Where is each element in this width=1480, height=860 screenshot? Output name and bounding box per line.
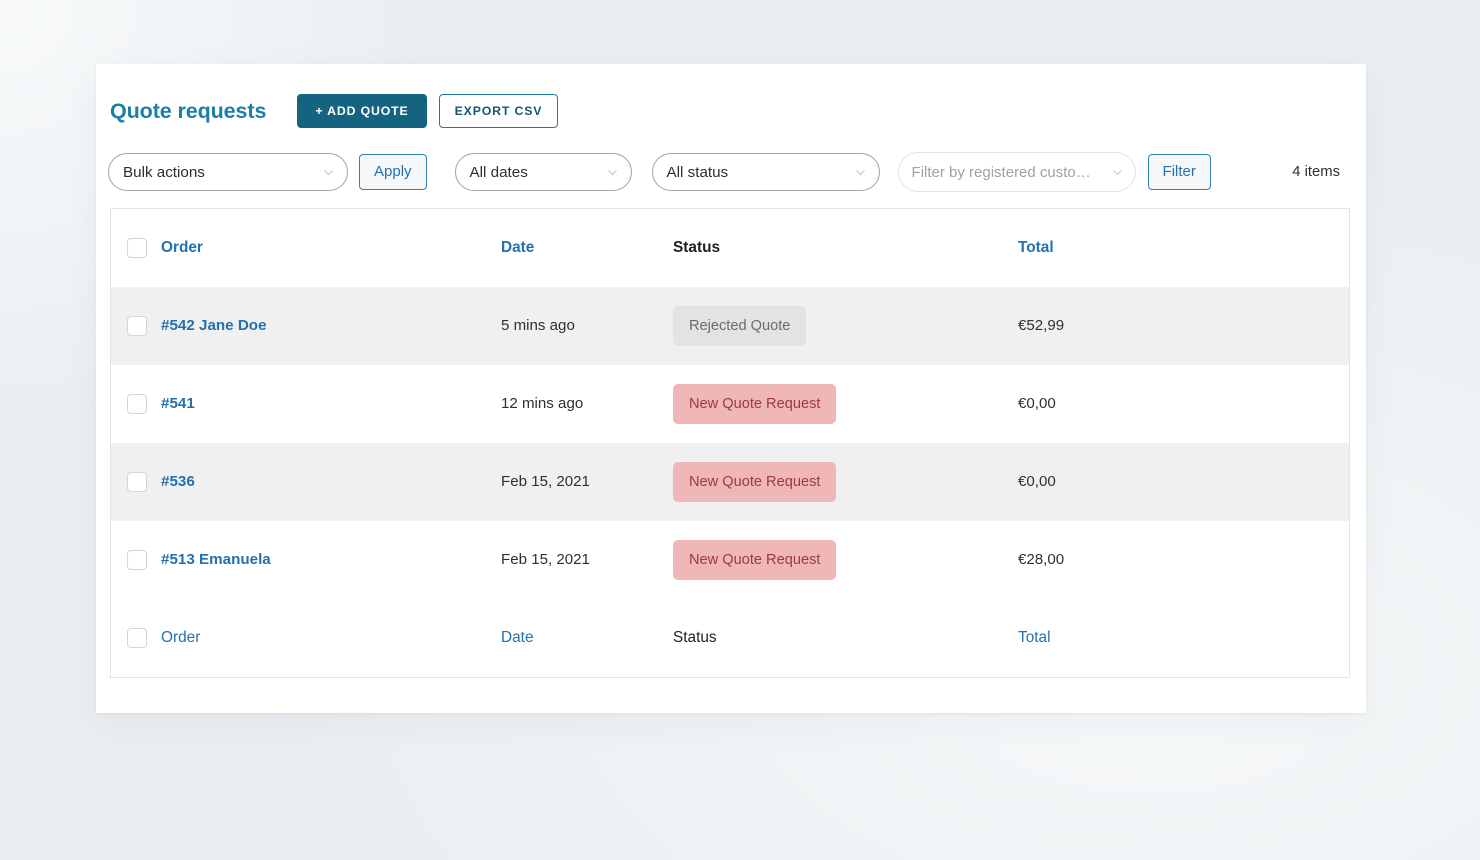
select-all-footer-checkbox[interactable] (127, 628, 147, 648)
order-date: Feb 15, 2021 (501, 551, 590, 568)
select-all-checkbox[interactable] (127, 238, 147, 258)
page-title: Quote requests (110, 99, 266, 124)
cell-status: Rejected Quote (673, 287, 1018, 365)
order-total: €0,00 (1018, 473, 1056, 490)
cell-total: €52,99 (1018, 287, 1349, 365)
row-select-cell (111, 443, 161, 521)
column-footer-order[interactable]: Order (161, 599, 501, 677)
table-header-row: Order Date Status Total (111, 209, 1349, 287)
column-header-date-label: Date (501, 239, 534, 256)
order-date: 5 mins ago (501, 317, 575, 334)
select-all-footer-cell (111, 599, 161, 677)
cell-date: Feb 15, 2021 (501, 443, 673, 521)
page-header: Quote requests + ADD QUOTE EXPORT CSV (96, 64, 1366, 128)
column-footer-total-label: Total (1018, 629, 1051, 646)
page-background: Quote requests + ADD QUOTE EXPORT CSV Bu… (0, 0, 1480, 860)
row-select-checkbox[interactable] (127, 394, 147, 414)
order-link[interactable]: #513 Emanuela (161, 551, 271, 568)
cell-status: New Quote Request (673, 443, 1018, 521)
cell-total: €0,00 (1018, 443, 1349, 521)
cell-order: #542 Jane Doe (161, 287, 501, 365)
customer-filter-select[interactable]: Filter by registered custo… (898, 152, 1136, 192)
quote-requests-card: Quote requests + ADD QUOTE EXPORT CSV Bu… (96, 64, 1366, 713)
status-badge: New Quote Request (673, 384, 836, 425)
bulk-actions-value: Bulk actions (109, 164, 205, 181)
items-count: 4 items (1292, 164, 1340, 180)
order-total: €52,99 (1018, 317, 1064, 334)
column-footer-date-label: Date (501, 629, 534, 646)
date-filter-value: All dates (456, 164, 528, 181)
row-select-cell (111, 287, 161, 365)
cell-total: €0,00 (1018, 365, 1349, 443)
apply-button[interactable]: Apply (359, 154, 427, 190)
row-select-cell (111, 521, 161, 599)
table-row: #541 12 mins ago New Quote Request €0,00 (111, 365, 1349, 443)
cell-date: 12 mins ago (501, 365, 673, 443)
filter-toolbar: Bulk actions Apply All dates All status (96, 128, 1366, 192)
cell-status: New Quote Request (673, 521, 1018, 599)
cell-date: Feb 15, 2021 (501, 521, 673, 599)
cell-order: #513 Emanuela (161, 521, 501, 599)
status-filter-select[interactable]: All status (652, 153, 880, 191)
order-date: 12 mins ago (501, 395, 583, 412)
filter-button[interactable]: Filter (1148, 154, 1211, 190)
customer-filter-placeholder: Filter by registered custo… (899, 164, 1091, 181)
column-footer-total[interactable]: Total (1018, 599, 1349, 677)
table-footer-row: Order Date Status Total (111, 599, 1349, 677)
chevron-down-icon (322, 166, 335, 179)
column-header-order-label: Order (161, 239, 203, 256)
table-row: #536 Feb 15, 2021 New Quote Request €0,0… (111, 443, 1349, 521)
order-total: €0,00 (1018, 395, 1056, 412)
row-select-cell (111, 365, 161, 443)
column-header-status: Status (673, 209, 1018, 287)
status-badge: New Quote Request (673, 462, 836, 503)
column-footer-date[interactable]: Date (501, 599, 673, 677)
order-link[interactable]: #541 (161, 395, 195, 412)
cell-status: New Quote Request (673, 365, 1018, 443)
status-badge: New Quote Request (673, 540, 836, 581)
status-badge: Rejected Quote (673, 306, 806, 347)
row-select-checkbox[interactable] (127, 316, 147, 336)
quotes-table-container: Order Date Status Total (110, 208, 1350, 678)
column-footer-order-label: Order (161, 629, 200, 646)
table-row: #542 Jane Doe 5 mins ago Rejected Quote … (111, 287, 1349, 365)
row-select-checkbox[interactable] (127, 550, 147, 570)
column-footer-status-label: Status (673, 629, 717, 646)
date-filter-select[interactable]: All dates (455, 153, 632, 191)
column-header-total-label: Total (1018, 239, 1054, 256)
order-link[interactable]: #542 Jane Doe (161, 317, 267, 334)
column-footer-status: Status (673, 599, 1018, 677)
table-body: #542 Jane Doe 5 mins ago Rejected Quote … (111, 287, 1349, 599)
quotes-table: Order Date Status Total (111, 209, 1349, 677)
cell-order: #536 (161, 443, 501, 521)
cell-total: €28,00 (1018, 521, 1349, 599)
order-link[interactable]: #536 (161, 473, 195, 490)
cell-order: #541 (161, 365, 501, 443)
column-header-total[interactable]: Total (1018, 209, 1349, 287)
add-quote-button[interactable]: + ADD QUOTE (297, 94, 426, 128)
chevron-down-icon (606, 166, 619, 179)
chevron-down-icon (1111, 166, 1124, 179)
order-date: Feb 15, 2021 (501, 473, 590, 490)
row-select-checkbox[interactable] (127, 472, 147, 492)
select-all-cell (111, 209, 161, 287)
chevron-down-icon (854, 166, 867, 179)
column-header-status-label: Status (673, 239, 720, 256)
column-header-order[interactable]: Order (161, 209, 501, 287)
table-row: #513 Emanuela Feb 15, 2021 New Quote Req… (111, 521, 1349, 599)
cell-date: 5 mins ago (501, 287, 673, 365)
column-header-date[interactable]: Date (501, 209, 673, 287)
export-csv-button[interactable]: EXPORT CSV (439, 94, 559, 128)
bulk-actions-select[interactable]: Bulk actions (108, 153, 348, 191)
order-total: €28,00 (1018, 551, 1064, 568)
status-filter-value: All status (653, 164, 729, 181)
